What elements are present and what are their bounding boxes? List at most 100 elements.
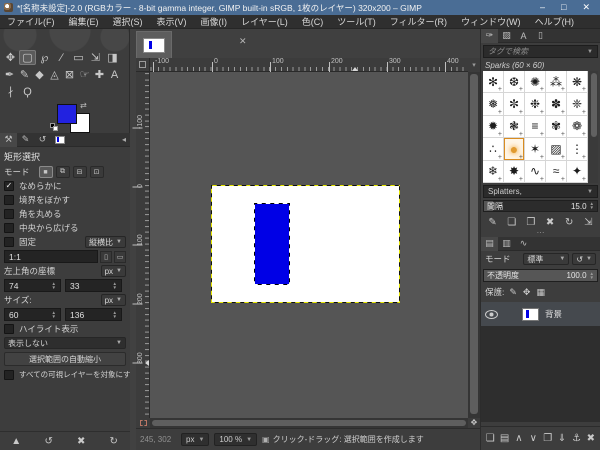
layer-mode-dropdown[interactable]: 標準▼ <box>523 253 569 265</box>
chevron-down-icon[interactable]: ▼ <box>587 189 593 195</box>
tool-button-crop[interactable]: ▭ <box>70 50 87 65</box>
close-button[interactable]: ✕ <box>582 2 590 13</box>
dock-menu-icon[interactable]: ◂ <box>118 135 130 144</box>
quick-mask-toggle[interactable] <box>136 418 150 428</box>
brush-swatch[interactable]: ∿ <box>525 161 546 183</box>
fixed-checkbox[interactable] <box>4 237 14 247</box>
brush-swatch[interactable]: ❈ <box>567 93 588 115</box>
tool-button-text[interactable]: A <box>107 67 122 82</box>
zoom-dropdown[interactable]: 100 %▼ <box>214 433 257 446</box>
menu-item[interactable]: フィルター(R) <box>383 15 454 29</box>
horizontal-scrollbar[interactable] <box>150 418 468 428</box>
ruler-corner-button[interactable] <box>136 58 150 72</box>
delete-layer-button[interactable]: ✖ <box>584 432 598 445</box>
brush-swatch[interactable]: ❋ <box>567 71 588 93</box>
menu-item[interactable]: ヘルプ(H) <box>528 15 582 29</box>
selection-mode-button[interactable]: ⊡ <box>90 166 104 178</box>
brush-swatch[interactable]: ⁂ <box>546 71 567 93</box>
image-tab[interactable] <box>136 31 172 58</box>
menu-item[interactable]: 表示(V) <box>150 15 194 29</box>
brush-swatch[interactable]: ❄ <box>483 161 504 183</box>
menu-item[interactable]: ウィンドウ(W) <box>454 15 528 29</box>
vertical-scrollbar[interactable] <box>468 72 480 418</box>
refresh-brushes-button[interactable]: ↻ <box>561 216 577 229</box>
tool-button-rectangle-select[interactable]: ▢ <box>19 50 36 65</box>
selection-mode-button[interactable]: ⧉ <box>56 166 70 178</box>
highlight-checkbox[interactable] <box>4 324 14 334</box>
maximize-button[interactable]: □ <box>561 2 566 13</box>
vertical-ruler[interactable]: -1000100200300 <box>136 72 150 418</box>
brush-swatch[interactable]: ∴ <box>483 138 504 160</box>
tab-tool-options[interactable]: ⚒ <box>0 133 17 147</box>
brush-tag-entry[interactable]: Splatters, ▼ <box>483 185 598 198</box>
auto-shrink-button[interactable]: 選択範囲の自動縮小 <box>4 352 126 366</box>
rounded-corners-checkbox[interactable] <box>4 209 14 219</box>
swap-colors-icon[interactable]: ⇄ <box>80 101 87 110</box>
tool-button-move[interactable]: ✥ <box>2 50 19 65</box>
menu-item[interactable]: ツール(T) <box>330 15 383 29</box>
new-layer-button[interactable]: ❏ <box>483 432 497 445</box>
foreground-color-swatch[interactable] <box>57 104 77 124</box>
brush-swatch[interactable]: ✸ <box>504 161 525 183</box>
channels-tab[interactable]: ▥ <box>498 237 515 251</box>
chevron-down-icon[interactable]: ▼ <box>587 49 593 55</box>
mode-group-switch[interactable]: ↺▼ <box>572 253 596 265</box>
feather-checkbox[interactable] <box>4 195 14 205</box>
brush-swatch[interactable]: ❁ <box>567 116 588 138</box>
antialias-checkbox[interactable]: ✓ <box>4 181 14 191</box>
lock-alpha-button[interactable]: ▦ <box>536 287 545 298</box>
tool-button-free-select[interactable]: ℘ <box>36 50 53 65</box>
brush-swatch[interactable]: ❅ <box>483 93 504 115</box>
selected-blue-rectangle[interactable] <box>255 204 289 284</box>
fixed-option-dropdown[interactable]: 縦横比▼ <box>85 236 126 248</box>
menu-item[interactable]: 編集(E) <box>62 15 106 29</box>
landscape-icon[interactable]: ▭ <box>114 251 126 263</box>
brush-swatch[interactable]: ❉ <box>525 93 546 115</box>
expand-center-row[interactable]: 中央から広げる <box>0 221 130 235</box>
brush-swatch[interactable]: ❆ <box>504 71 525 93</box>
menu-item[interactable]: 選択(S) <box>106 15 150 29</box>
fonts-tab[interactable]: A <box>515 29 532 43</box>
aspect-ratio-input[interactable]: 1:1 <box>4 250 98 263</box>
brush-swatch[interactable]: ≡ <box>525 116 546 138</box>
merge-down-button[interactable]: ⇓ <box>555 432 569 445</box>
feather-row[interactable]: 境界をぼかす <box>0 193 130 207</box>
tool-button-fuzzy-select[interactable]: ∕ <box>53 50 70 65</box>
brush-spacing-slider[interactable]: 間隔 15.0 ▲▼ <box>483 200 598 212</box>
tool-button-paths[interactable]: ✚ <box>92 67 107 82</box>
menu-item[interactable]: レイヤー(L) <box>234 15 295 29</box>
brush-swatch[interactable]: ✾ <box>546 116 567 138</box>
brush-swatch[interactable]: ✹ <box>483 116 504 138</box>
menu-item[interactable]: ファイル(F) <box>0 15 62 29</box>
brush-swatch[interactable]: ✺ <box>525 71 546 93</box>
tab-image-thumbnail[interactable] <box>51 133 68 147</box>
opacity-slider[interactable]: 不透明度 100.0 ▲▼ <box>483 269 598 282</box>
canvas-image[interactable] <box>212 186 399 302</box>
brush-swatch[interactable]: ✦ <box>567 161 588 183</box>
brush-swatch[interactable]: ❃ <box>504 116 525 138</box>
brush-swatch[interactable]: ✼ <box>504 93 525 115</box>
titlebar[interactable]: *[名称未設定]-2.0 (RGBカラー - 8-bit gamma integ… <box>0 0 600 15</box>
tool-button-zoom[interactable]: Ϙ <box>19 84 36 99</box>
tool-button-clone[interactable]: ⊠ <box>62 67 77 82</box>
visibility-eye-icon[interactable] <box>485 310 498 319</box>
minimize-button[interactable]: – <box>540 2 545 13</box>
brush-swatch[interactable]: ✽ <box>546 93 567 115</box>
save-tool-preset-button[interactable]: ▲ <box>8 435 24 448</box>
tool-button-bucket-fill[interactable]: ◨ <box>104 50 121 65</box>
lock-pixels-button[interactable]: ✎ <box>509 287 517 298</box>
lock-position-button[interactable]: ✥ <box>523 287 531 298</box>
size-width-input[interactable]: 60▲▼ <box>4 308 61 321</box>
brush-swatch[interactable]: ⋮ <box>567 138 588 160</box>
paths-tab[interactable]: ∿ <box>515 237 532 251</box>
tool-button-pencil[interactable]: ✎ <box>17 67 32 82</box>
new-layer-group-button[interactable]: ▤ <box>497 432 511 445</box>
ruler-end-button[interactable]: ▾ <box>468 58 480 72</box>
horizontal-ruler[interactable]: -1000100200300400 <box>150 58 468 72</box>
navigation-button[interactable]: ✥ <box>468 418 480 428</box>
canvas-viewport[interactable] <box>150 72 468 418</box>
tab-close-icon[interactable]: ✕ <box>239 36 247 47</box>
unit-dropdown[interactable]: px▼ <box>181 433 209 446</box>
brushes-tab[interactable]: ✑ <box>481 29 498 43</box>
brush-swatch[interactable]: ▨ <box>546 138 567 160</box>
